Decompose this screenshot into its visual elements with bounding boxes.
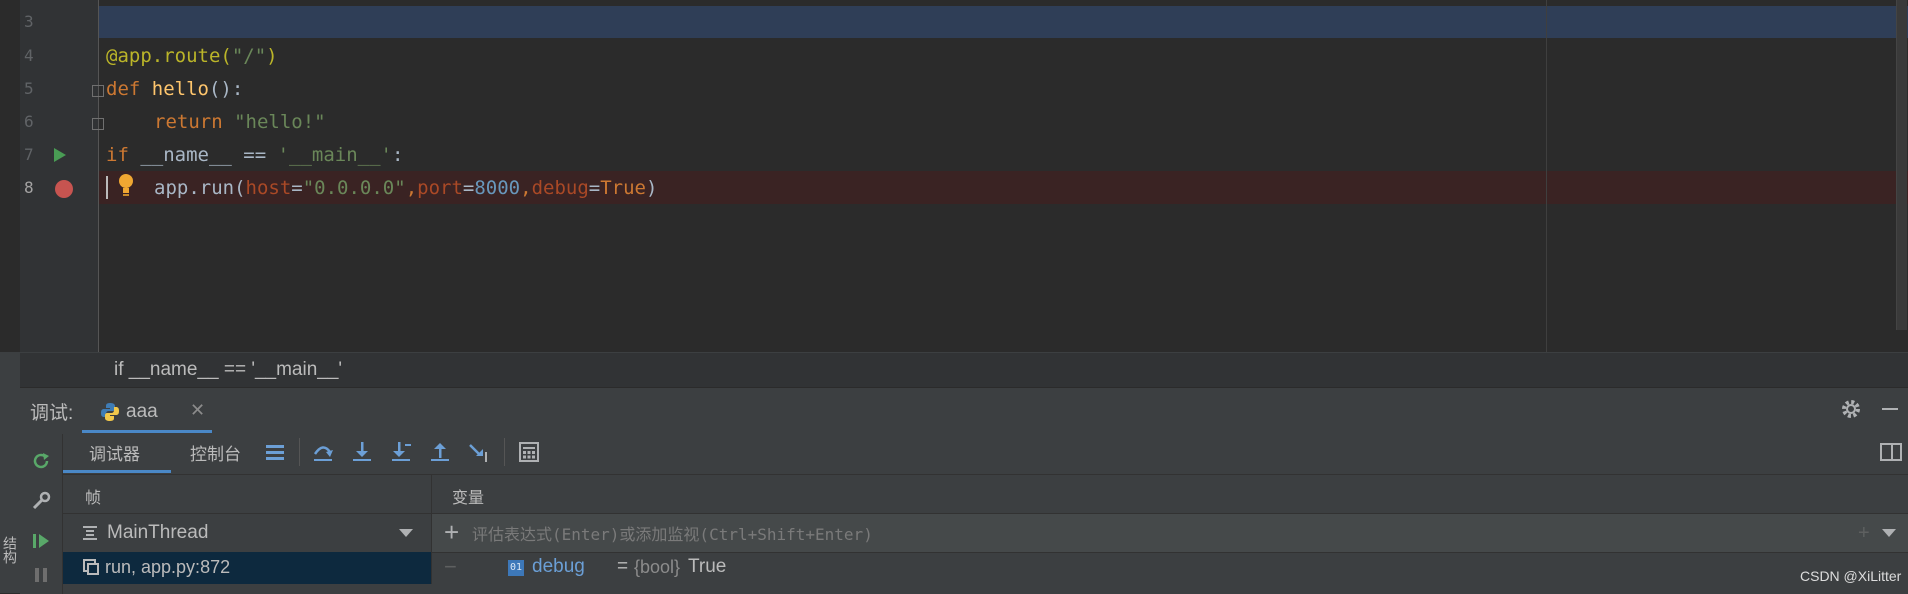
fold-marker-icon[interactable] bbox=[92, 118, 104, 130]
breakpoint-icon[interactable] bbox=[54, 179, 74, 199]
string-literal: "hello!" bbox=[234, 111, 326, 133]
code-punct: = bbox=[588, 177, 601, 199]
thread-name: MainThread bbox=[107, 522, 209, 543]
step-over-icon[interactable] bbox=[311, 440, 335, 464]
line-number: 6 bbox=[24, 112, 34, 131]
variable-value: True bbox=[688, 556, 727, 577]
variable-type: {bool} bbox=[634, 557, 681, 577]
pause-icon[interactable] bbox=[30, 564, 52, 586]
evaluate-icon[interactable] bbox=[517, 440, 541, 464]
string-literal: "/" bbox=[231, 45, 267, 67]
number-literal: 8000 bbox=[474, 177, 521, 199]
keyword: return bbox=[154, 111, 235, 133]
gear-icon[interactable] bbox=[1840, 398, 1862, 420]
thread-icon bbox=[83, 526, 97, 540]
string-literal: '__main__' bbox=[277, 144, 392, 166]
decorator: @app.route( bbox=[106, 45, 232, 67]
resume-icon[interactable] bbox=[30, 530, 52, 552]
function-name: hello bbox=[151, 78, 209, 100]
frames-header: 帧 bbox=[63, 475, 432, 514]
chevron-down-icon[interactable] bbox=[399, 529, 413, 537]
param-name: host bbox=[245, 177, 292, 199]
bulb-icon[interactable] bbox=[116, 172, 136, 198]
step-out-icon[interactable] bbox=[428, 440, 452, 464]
code-punct: (): bbox=[208, 78, 244, 100]
code-punct: = bbox=[291, 177, 303, 199]
run-to-cursor-icon[interactable] bbox=[467, 440, 491, 464]
code-line-5[interactable]: def hello(): bbox=[106, 73, 243, 106]
code-text: app.run( bbox=[154, 177, 246, 199]
wrench-icon[interactable] bbox=[30, 490, 52, 512]
remove-watch-icon[interactable]: − bbox=[444, 554, 457, 580]
variable-row[interactable]: − 01 debug = {bool} True bbox=[432, 552, 1908, 584]
current-line-highlight bbox=[99, 6, 1908, 38]
debugger-toolbar: 调试器 控制台 bbox=[63, 430, 1908, 475]
bool-type-icon: 01 bbox=[508, 560, 524, 576]
code-line-4[interactable]: @app.route("/") bbox=[106, 40, 278, 73]
minimize-icon[interactable] bbox=[1882, 408, 1898, 410]
tab-debugger[interactable]: 调试器 bbox=[89, 440, 140, 465]
debug-side-toolbar bbox=[20, 434, 63, 594]
run-arrow-icon[interactable] bbox=[52, 147, 68, 163]
step-into-icon[interactable] bbox=[350, 440, 374, 464]
line-number: 3 bbox=[24, 12, 34, 31]
frames-title: 帧 bbox=[85, 490, 102, 507]
code-text: __name__ == bbox=[140, 144, 278, 166]
fold-marker-icon[interactable] bbox=[92, 85, 104, 97]
code-punct: , bbox=[405, 177, 418, 199]
code-line-8[interactable]: app.run(host="0.0.0.0",port=8000,debug=T… bbox=[154, 172, 657, 205]
line-number: 5 bbox=[24, 79, 34, 98]
breadcrumb-item[interactable]: if __name__ == '__main__' bbox=[114, 359, 342, 381]
keyword: if bbox=[106, 144, 141, 166]
code-line-6[interactable]: return "hello!" bbox=[154, 106, 326, 139]
code-punct: = bbox=[462, 177, 475, 199]
add-watch-icon[interactable]: + bbox=[444, 517, 459, 548]
structure-side-tab[interactable]: 结构 bbox=[0, 536, 20, 586]
watermark: CSDN @XiLitter bbox=[1800, 568, 1902, 584]
close-icon[interactable]: ✕ bbox=[190, 400, 205, 421]
line-number: 8 bbox=[24, 178, 34, 197]
gutter-divider bbox=[98, 0, 99, 352]
code-punct: , bbox=[520, 177, 532, 199]
debug-panel: 调试: aaa ✕ 调试器 控制台 帧 变量 MainThread run, a… bbox=[20, 387, 1908, 594]
code-line-7[interactable]: if __name__ == '__main__': bbox=[106, 139, 403, 172]
string-literal: "0.0.0.0" bbox=[302, 177, 406, 199]
right-margin-guide bbox=[1546, 0, 1547, 352]
variable-equals: = bbox=[617, 556, 629, 577]
chevron-down-icon[interactable] bbox=[1882, 529, 1896, 537]
debug-session-name: aaa bbox=[126, 401, 158, 422]
variable-name: debug bbox=[532, 556, 585, 577]
debug-title: 调试: bbox=[30, 403, 74, 424]
editor-scrollbar[interactable] bbox=[1896, 0, 1907, 330]
variables-title: 变量 bbox=[452, 490, 485, 507]
line-number: 4 bbox=[24, 46, 34, 65]
code-punct: : bbox=[392, 144, 404, 166]
step-into-my-code-icon[interactable] bbox=[389, 440, 413, 464]
keyword: True bbox=[600, 177, 646, 199]
add-to-watches-icon[interactable]: + bbox=[1858, 522, 1870, 545]
param-name: port bbox=[417, 177, 463, 199]
breadcrumb[interactable]: if __name__ == '__main__' bbox=[20, 352, 1908, 388]
line-number: 7 bbox=[24, 145, 34, 164]
keyword: def bbox=[106, 78, 152, 100]
param-name: debug bbox=[531, 177, 589, 199]
frame-label: run, app.py:872 bbox=[105, 557, 231, 577]
variables-header: 变量 bbox=[432, 475, 1908, 514]
code-punct: ) bbox=[266, 45, 278, 67]
layout-icon[interactable] bbox=[1879, 440, 1903, 464]
stack-frame-row[interactable]: run, app.py:872 bbox=[63, 552, 432, 584]
frame-icon bbox=[83, 559, 99, 575]
code-punct: ) bbox=[646, 177, 658, 199]
rerun-icon[interactable] bbox=[30, 450, 52, 472]
thread-selector[interactable]: MainThread bbox=[63, 514, 432, 552]
watch-expression-bar: + + bbox=[432, 514, 1908, 553]
tab-console[interactable]: 控制台 bbox=[190, 440, 241, 465]
active-tab-indicator bbox=[63, 470, 171, 473]
text-caret bbox=[106, 176, 108, 199]
show-execution-point-icon[interactable] bbox=[263, 440, 287, 464]
code-editor[interactable]: 3 4 5 6 7 8 @app.route("/") def hello():… bbox=[0, 0, 1908, 352]
python-icon bbox=[101, 403, 119, 421]
debug-session-tab[interactable]: aaa ✕ bbox=[82, 392, 212, 433]
evaluate-expression-input[interactable] bbox=[470, 518, 1854, 550]
